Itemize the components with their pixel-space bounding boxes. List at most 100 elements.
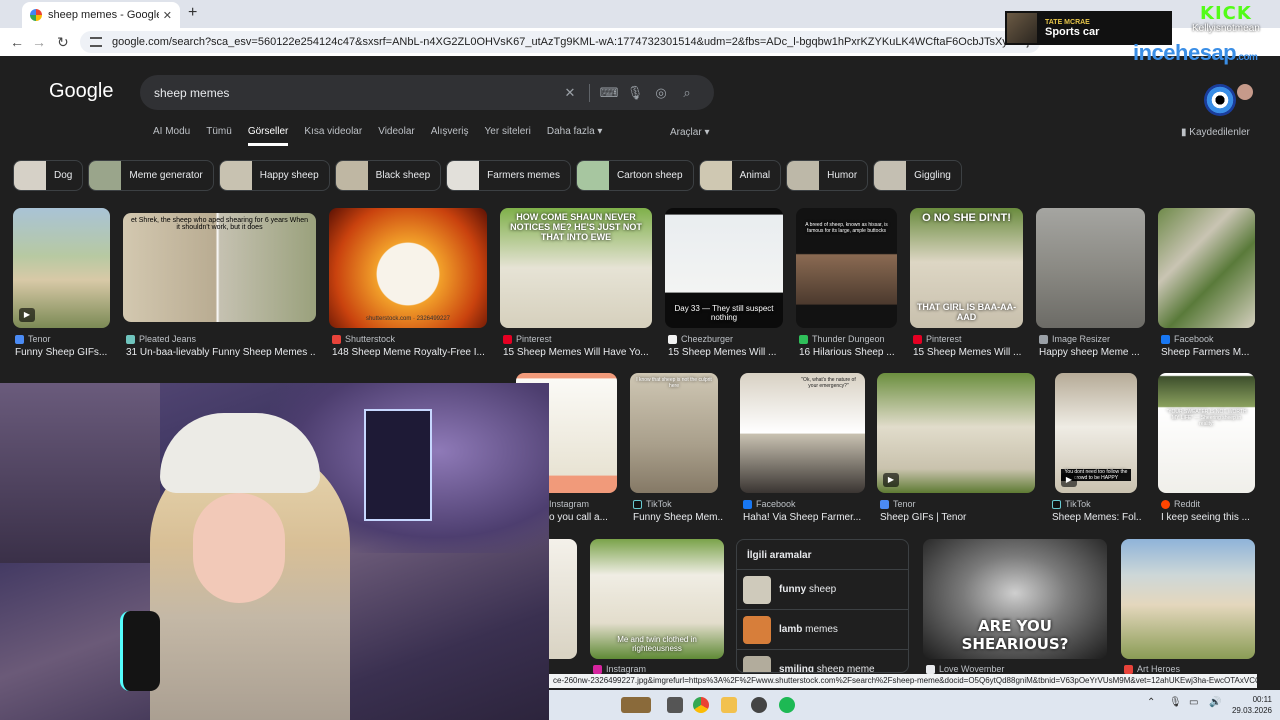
clear-search-icon[interactable]: ✕ [557,85,583,101]
search-input[interactable]: sheep memes [154,86,557,100]
task-view-icon[interactable] [667,697,683,713]
result-title[interactable]: 15 Sheep Memes Will ... [668,347,783,358]
chevron-up-icon[interactable]: ⌃ [1147,697,1157,713]
obs-icon[interactable] [751,697,767,713]
related-search-item[interactable]: funny sheep [737,569,908,609]
image-result[interactable]: I know that sheep is not the culprit her… [630,373,718,493]
tools-button[interactable]: Araçlar ▾ [670,127,709,138]
image-result[interactable] [1121,539,1255,659]
network-icon[interactable]: ▭ [1189,697,1201,713]
result-title[interactable]: Happy sheep Meme ... [1039,347,1147,358]
related-search-item[interactable]: lamb memes [737,609,908,649]
chip-farmers-memes[interactable]: Farmers memes [446,160,571,191]
image-result[interactable]: A breed of sheep, known as hissar, is fa… [796,208,897,328]
image-result[interactable]: "Ok, what's the nature of your emergency… [740,373,865,493]
result-title[interactable]: 16 Hilarious Sheep ... [799,347,899,358]
result-source[interactable]: Pinterest [913,334,962,344]
result-source[interactable]: Shutterstock [332,334,395,344]
system-clock[interactable]: 00:11 29.03.2026 [1232,694,1272,716]
image-result[interactable]: O NO SHE DI'NT! THAT GIRL IS BAA-AA-AAD [910,208,1023,328]
result-source[interactable]: Tenor [880,499,916,509]
result-title[interactable]: Sheep Farmers M... [1161,347,1256,358]
result-source[interactable]: Facebook [743,499,796,509]
volume-icon[interactable]: 🔊 [1209,697,1221,713]
tab-all[interactable]: Tümü [206,126,232,146]
result-source[interactable]: Instagram [549,499,589,509]
tab-places[interactable]: Yer siteleri [485,126,531,146]
chip-humor[interactable]: Humor [786,160,869,191]
result-title[interactable]: 15 Sheep Memes Will Have Yo... [503,347,653,358]
image-result[interactable]: ▶ [13,208,110,328]
forward-arrow-icon[interactable]: → [32,34,46,50]
image-result[interactable] [1158,208,1255,328]
result-title[interactable]: Sheep GIFs | Tenor [880,512,1035,523]
result-source[interactable]: Image Resizer [1039,334,1110,344]
result-source[interactable]: TikTok [1052,499,1091,509]
tab-ai-mode[interactable]: AI Modu [153,126,190,146]
result-source[interactable]: Thunder Dungeon [799,334,885,344]
spotify-icon[interactable] [779,697,795,713]
chip-dog[interactable]: Dog [13,160,84,191]
image-result[interactable]: et Shrek, the sheep who aped shearing fo… [123,213,316,322]
result-source[interactable]: Love Wovember [926,664,1004,674]
image-result[interactable]: Day 33 — They still suspect nothing [665,208,783,328]
tab-more[interactable]: Daha fazla ▾ [547,126,603,146]
search-box[interactable]: sheep memes ✕ ⌨ 🎙 ◎ ⌕ [140,75,714,110]
new-tab-button[interactable]: + [188,4,197,22]
chip-meme-generator[interactable]: Meme generator [88,160,214,191]
chip-happy-sheep[interactable]: Happy sheep [218,160,330,191]
image-result[interactable]: You dont need too follow the crowd to be… [1055,373,1137,493]
result-title[interactable]: 31 Un-baa-lievably Funny Sheep Memes ... [126,347,316,358]
keyboard-icon[interactable]: ⌨ [596,85,622,101]
result-source[interactable]: Art Heroes [1124,664,1180,674]
result-source[interactable]: Cheezburger [668,334,733,344]
saved-button[interactable]: ▮ Kaydedilenler [1181,127,1250,138]
close-tab-icon[interactable]: ✕ [163,9,172,22]
result-title[interactable]: Funny Sheep Mem... [633,512,723,523]
related-search-item[interactable]: smiling sheep meme [737,649,908,672]
image-result[interactable] [1036,208,1145,328]
tab-short-videos[interactable]: Kısa videolar [304,126,362,146]
back-arrow-icon[interactable]: ← [10,34,24,50]
image-result[interactable]: Me and twin clothed in righteousness [590,539,724,659]
result-title[interactable]: Haha! Via Sheep Farmer... [743,512,868,523]
tab-images[interactable]: Görseller [247,126,289,146]
tab-videos[interactable]: Videolar [378,126,415,146]
reload-icon[interactable]: ↻ [57,34,69,51]
result-title[interactable]: 148 Sheep Meme Royalty-Free I... [332,347,487,358]
account-avatar[interactable] [1237,84,1253,100]
url-input[interactable]: google.com/search?sca_esv=560122e254124c… [80,31,1040,53]
search-widget-icon[interactable] [621,697,651,713]
site-info-icon[interactable] [90,37,102,47]
image-result[interactable]: ▶ [877,373,1035,493]
microphone-tray-icon[interactable]: 🎙 [1169,697,1182,713]
tab-shopping[interactable]: Alışveriş [431,126,469,146]
chip-giggling[interactable]: Giggling [873,160,962,191]
microphone-icon[interactable]: 🎙 [622,85,648,101]
image-result[interactable]: "YOUR SWEATER IS NOT WORTH MY LIFE" — Sh… [1158,373,1255,493]
result-source[interactable]: Instagram [593,664,646,674]
lens-icon[interactable]: ◎ [648,85,674,101]
file-explorer-icon[interactable] [721,697,737,713]
result-source[interactable]: Tenor [15,334,51,344]
result-title[interactable]: Funny Sheep GIFs... [15,347,115,358]
result-title[interactable]: I keep seeing this ... [1161,512,1256,523]
result-source[interactable]: TikTok [633,499,672,509]
result-source[interactable]: Pinterest [503,334,552,344]
google-logo[interactable]: Google [49,80,114,103]
image-result[interactable]: ARE YOU SHEARIOUS? [923,539,1107,659]
chip-black-sheep[interactable]: Black sheep [334,160,442,191]
chip-cartoon-sheep[interactable]: Cartoon sheep [575,160,694,191]
image-result[interactable]: HOW COME SHAUN NEVER NOTICES ME? HE'S JU… [500,208,652,328]
result-source[interactable]: Reddit [1161,499,1200,509]
search-icon[interactable]: ⌕ [674,85,700,101]
image-result[interactable]: shutterstock.com · 2326499227 [329,208,487,328]
browser-tab[interactable]: sheep memes - Google'da Ara ✕ [22,2,180,28]
result-title[interactable]: o you call a... [549,512,619,523]
chip-animal[interactable]: Animal [698,160,782,191]
result-title[interactable]: Sheep Memes: Fol... [1052,512,1142,523]
result-title[interactable]: 15 Sheep Memes Will ... [913,347,1025,358]
chrome-icon[interactable] [693,697,709,713]
result-source[interactable]: Pleated Jeans [126,334,196,344]
result-source[interactable]: Facebook [1161,334,1214,344]
